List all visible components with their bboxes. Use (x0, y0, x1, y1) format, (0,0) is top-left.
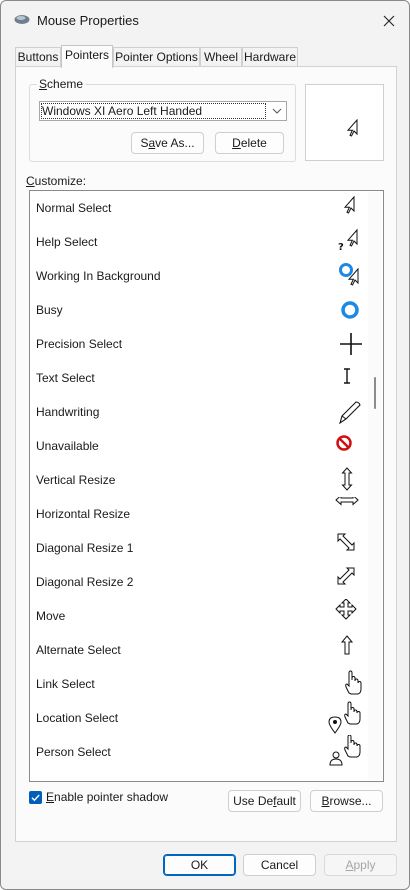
mouse-properties-window: Mouse Properties Buttons Pointers Pointe… (0, 0, 410, 890)
list-item[interactable]: Move (30, 599, 366, 633)
unavailable-cursor-icon (336, 435, 352, 451)
list-item-label: Move (36, 609, 66, 623)
location-hand-cursor-icon (328, 701, 361, 734)
normal-select-cursor-icon (343, 195, 355, 214)
list-item[interactable]: Link Select (30, 667, 366, 701)
scheme-selected-value: Windows XI Aero Left Handed (41, 103, 266, 119)
list-item[interactable]: Text Select (30, 361, 366, 395)
window-title: Mouse Properties (37, 13, 139, 28)
tab-wheel[interactable]: Wheel (200, 47, 242, 67)
list-item-label: Working In Background (36, 269, 161, 283)
tab-pointers[interactable]: Pointers (61, 45, 113, 68)
working-background-cursor-icon (339, 263, 359, 286)
scheme-group: Scheme Windows XI Aero Left Handed Save … (29, 77, 296, 162)
horizontal-resize-cursor-icon (335, 497, 359, 506)
close-button[interactable] (375, 9, 403, 33)
list-scrollbar[interactable] (368, 192, 382, 780)
cursor-list[interactable]: Normal Select Help Select ? Working In B… (29, 190, 384, 782)
list-item[interactable]: Alternate Select (30, 633, 366, 667)
enable-shadow-checkbox[interactable] (29, 791, 42, 804)
tab-buttons[interactable]: Buttons (15, 47, 61, 67)
diagonal-resize-2-cursor-icon (337, 567, 355, 585)
list-item[interactable]: Working In Background (30, 259, 366, 293)
enable-shadow-label[interactable]: Enable pointer shadow (46, 790, 168, 804)
title-bar[interactable]: Mouse Properties (1, 1, 409, 41)
up-arrow-cursor-icon (340, 635, 354, 655)
list-item[interactable]: Handwriting (30, 395, 366, 429)
move-cursor-icon (335, 599, 357, 620)
list-item[interactable]: Unavailable (30, 429, 366, 463)
list-item-label: Normal Select (36, 201, 112, 215)
hand-cursor-icon (345, 670, 362, 695)
scrollbar-thumb[interactable] (374, 377, 376, 409)
crosshair-cursor-icon (340, 333, 362, 355)
save-as-button[interactable]: Save As... (131, 132, 204, 154)
cancel-button[interactable]: Cancel (243, 854, 316, 876)
list-item-label: Text Select (36, 371, 95, 385)
list-item-label: Handwriting (36, 405, 100, 419)
help-select-cursor-icon: ? (338, 228, 358, 253)
list-item[interactable]: Busy (30, 293, 366, 327)
scheme-dropdown[interactable]: Windows XI Aero Left Handed (39, 101, 287, 121)
person-hand-cursor-icon (329, 735, 361, 766)
list-item-label: Unavailable (36, 439, 99, 453)
scheme-label-rest: cheme (47, 77, 84, 91)
list-item-label: Horizontal Resize (36, 507, 131, 521)
tab-hardware[interactable]: Hardware (242, 47, 298, 67)
busy-cursor-icon (341, 301, 359, 319)
list-item-label: Diagonal Resize 2 (36, 575, 134, 589)
list-item-label: Vertical Resize (36, 473, 116, 487)
enable-shadow-label-rest: nable pointer shadow (54, 790, 169, 804)
list-item[interactable]: Normal Select (30, 191, 366, 225)
customize-label: Customize: (26, 174, 87, 188)
ok-button[interactable]: OK (163, 854, 236, 876)
list-item[interactable]: Help Select ? (30, 225, 366, 259)
vertical-resize-cursor-icon (341, 467, 353, 491)
close-icon (383, 15, 395, 27)
mouse-icon (14, 14, 30, 25)
tab-pointer-options[interactable]: Pointer Options (113, 47, 200, 67)
chevron-down-icon (272, 108, 282, 114)
scheme-label: Scheme (37, 77, 86, 91)
use-default-button[interactable]: Use Default (228, 790, 301, 812)
list-item-label: Help Select (36, 235, 98, 249)
delete-button[interactable]: Delete (215, 132, 284, 154)
list-item[interactable]: Vertical Resize (30, 463, 366, 497)
diagonal-resize-1-cursor-icon (337, 533, 355, 551)
text-beam-cursor-icon (344, 368, 350, 384)
list-item-label: Alternate Select (36, 643, 121, 657)
pointer-preview (305, 84, 384, 161)
browse-button[interactable]: Browse... (310, 790, 383, 812)
list-item[interactable]: Precision Select (30, 327, 366, 361)
list-item[interactable]: Diagonal Resize 2 (30, 565, 366, 599)
list-item-label: Busy (36, 303, 63, 317)
svg-text:?: ? (338, 242, 344, 253)
pen-cursor-icon (339, 401, 361, 425)
apply-button[interactable]: Apply (324, 854, 397, 876)
list-item-label: Link Select (36, 677, 95, 691)
checkmark-icon (31, 794, 40, 802)
list-item-label: Location Select (36, 711, 119, 725)
list-item-label: Precision Select (36, 337, 123, 351)
list-item-label: Person Select (36, 745, 111, 759)
list-item[interactable]: Diagonal Resize 1 (30, 531, 366, 565)
list-item[interactable]: Horizontal Resize (30, 497, 366, 531)
left-handed-arrow-icon (346, 119, 358, 137)
list-item[interactable]: Location Select (30, 701, 366, 735)
pointers-panel: Scheme Windows XI Aero Left Handed Save … (15, 66, 397, 842)
list-item-label: Diagonal Resize 1 (36, 541, 134, 555)
list-item[interactable]: Person Select (30, 735, 366, 769)
